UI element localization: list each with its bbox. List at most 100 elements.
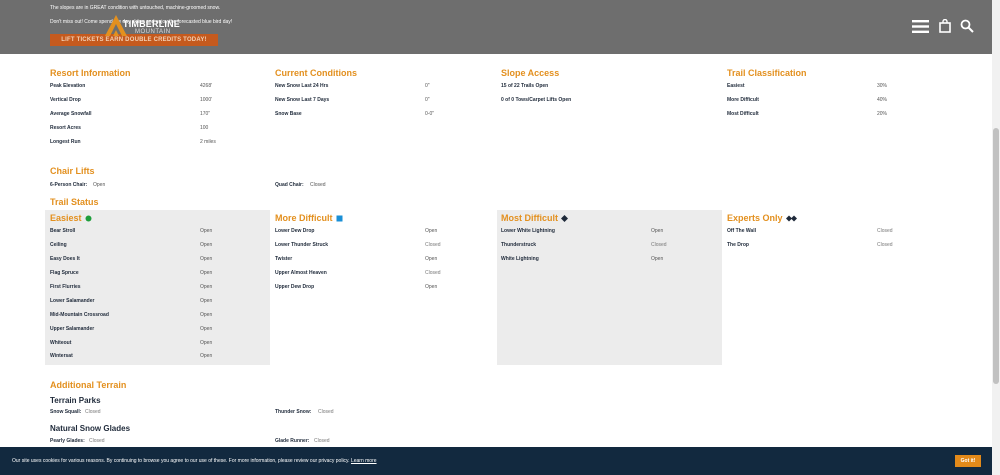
current-conditions-title: Current Conditions (275, 68, 357, 78)
more-difficult-class-value: 40% (877, 97, 888, 103)
easiest-class-label: Easiest (727, 83, 745, 89)
trail-status: Open (200, 340, 213, 346)
trail-name: Thunderstruck (501, 242, 537, 248)
longest-run-label: Longest Run (50, 139, 81, 145)
cookie-banner: Our site uses cookies for various reason… (0, 447, 992, 475)
trail-name: Mid-Mountain Crossroad (50, 312, 109, 318)
quad-chair-label: Quad Chair: (275, 182, 304, 188)
timberline-logo[interactable]: TIMBERLINE MOUNTAIN (103, 12, 180, 38)
cookie-text: Our site uses cookies for various reason… (12, 458, 350, 464)
black-diamond-icon (561, 215, 568, 223)
trail-name: Lower White Lightning (501, 228, 555, 234)
learn-more-link[interactable]: Learn more (351, 458, 377, 464)
trail-name: The Drop (727, 242, 749, 248)
trail-name: Upper Salamander (50, 326, 95, 332)
trail-status: Open (651, 256, 664, 262)
average-snowfall-value: 170" (200, 111, 211, 117)
easiest-column-title: Easiest (50, 213, 92, 223)
slope-access-title: Slope Access (501, 68, 560, 78)
quad-chair-status: Closed (310, 182, 326, 188)
trail-name: Upper Almost Heaven (275, 270, 327, 276)
pearly-glades-status: Closed (89, 438, 105, 444)
thunder-snow-label: Thunder Snow: (275, 409, 312, 415)
site-header: The slopes are in GREAT condition with u… (0, 0, 992, 54)
snow-base-value: 0-0" (425, 111, 435, 117)
peak-elevation-label: Peak Elevation (50, 83, 86, 89)
most-difficult-class-label: Most Difficult (727, 111, 759, 117)
search-icon[interactable] (960, 19, 974, 33)
promo-line-1: The slopes are in GREAT condition with u… (50, 5, 221, 11)
trail-status: Open (200, 353, 213, 359)
more-difficult-class-label: More Difficult (727, 97, 759, 103)
trail-status: Open (200, 326, 213, 332)
logo-name: TIMBERLINE (123, 19, 180, 29)
trail-name: Easy Does It (50, 256, 80, 262)
resort-acres-value: 100 (200, 125, 209, 131)
trail-status: Closed (425, 270, 441, 276)
longest-run-value: 2 miles (200, 139, 216, 145)
pearly-glades-label: Pearly Glades: (50, 438, 85, 444)
new-snow-24h-label: New Snow Last 24 Hrs (275, 83, 329, 89)
experts-only-column-title: Experts Only (727, 213, 797, 223)
cookie-message: Our site uses cookies for various reason… (12, 458, 377, 464)
scrollbar-thumb[interactable] (993, 128, 999, 384)
snow-squall-label: Snow Squall: (50, 409, 82, 415)
blue-square-icon (336, 215, 342, 222)
glade-runner-label: Glade Runner: (275, 438, 310, 444)
six-person-chair-status: Open (93, 182, 106, 188)
average-snowfall-label: Average Snowfall (50, 111, 92, 117)
shopping-bag-icon[interactable] (939, 19, 951, 33)
natural-snow-glades-title: Natural Snow Glades (50, 424, 131, 433)
trail-status: Closed (877, 228, 893, 234)
trail-name: Upper Dew Drop (275, 284, 315, 290)
trail-status: Open (425, 256, 438, 262)
menu-icon[interactable] (912, 19, 929, 34)
trail-status: Open (200, 298, 213, 304)
vertical-drop-value: 1000' (200, 97, 213, 103)
snow-squall-status: Closed (85, 409, 101, 415)
trail-status: Open (651, 228, 664, 234)
trail-status: Open (200, 256, 213, 262)
trail-name: Lower Salamander (50, 298, 95, 304)
easiest-class-value: 30% (877, 83, 888, 89)
trail-status: Open (425, 228, 438, 234)
trail-status: Open (200, 312, 213, 318)
double-black-diamond-icon (785, 215, 797, 222)
trail-name: Wintersat (50, 353, 73, 359)
trail-name: First Flurries (50, 284, 81, 290)
glade-runner-status: Closed (314, 438, 330, 444)
trail-name: Flag Spruce (50, 270, 79, 276)
trail-classification-title: Trail Classification (727, 68, 807, 78)
trail-name: Off The Wall (727, 228, 756, 234)
trail-status: Closed (651, 242, 667, 248)
chair-lifts-title: Chair Lifts (50, 166, 95, 176)
logo-subtitle: MOUNTAIN (135, 29, 171, 35)
trail-name: Lower Dew Drop (275, 228, 315, 234)
thunder-snow-status: Closed (318, 409, 334, 415)
most-difficult-column-title: Most Difficult (501, 213, 568, 223)
trail-status: Open (200, 284, 213, 290)
trail-status: Open (200, 228, 213, 234)
vertical-drop-label: Vertical Drop (50, 97, 81, 103)
trail-name: Lower Thunder Struck (275, 242, 329, 248)
trail-name: Ceiling (50, 242, 67, 248)
trail-status: Open (200, 270, 213, 276)
green-circle-icon (85, 215, 92, 222)
additional-terrain-title: Additional Terrain (50, 380, 127, 390)
trail-name: Twister (275, 256, 293, 262)
resort-acres-label: Resort Acres (50, 125, 81, 131)
tows-open-count: 0 of 0 Tows/Carpet Lifts Open (501, 97, 572, 103)
six-person-chair-label: 6-Person Chair: (50, 182, 88, 188)
trail-status-title: Trail Status (50, 197, 99, 207)
peak-elevation-value: 4268' (200, 83, 213, 89)
more-difficult-column-title: More Difficult (275, 213, 343, 223)
new-snow-7d-value: 0" (425, 97, 430, 103)
new-snow-24h-value: 0" (425, 83, 430, 89)
terrain-parks-title: Terrain Parks (50, 396, 101, 405)
trails-open-count: 15 of 22 Trails Open (501, 83, 549, 89)
snow-base-label: Snow Base (275, 111, 302, 117)
resort-information-title: Resort Information (50, 68, 131, 78)
cookie-accept-button[interactable]: Got it! (955, 455, 981, 467)
trail-name: Bear Stroll (50, 228, 76, 234)
trail-status: Closed (877, 242, 893, 248)
